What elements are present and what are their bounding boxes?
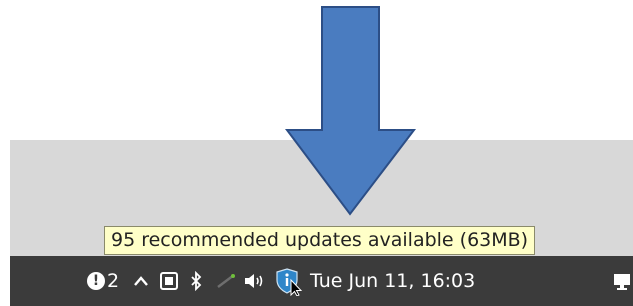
- notifications-indicator[interactable]: ! 2: [80, 256, 126, 306]
- taskbar: ! 2 Tue Jun 11, 16:03: [10, 256, 633, 306]
- bluetooth-icon[interactable]: [186, 256, 206, 306]
- clock-label: Tue Jun 11, 16:03: [310, 270, 476, 292]
- notification-count: 2: [106, 270, 120, 292]
- chevron-up-icon[interactable]: [130, 256, 152, 306]
- clock[interactable]: Tue Jun 11, 16:03: [310, 256, 586, 306]
- network-icon[interactable]: [214, 256, 238, 306]
- display-icon[interactable]: [610, 256, 633, 306]
- update-tooltip: 95 recommended updates available (63MB): [104, 226, 536, 255]
- screenshot-icon[interactable]: [158, 256, 180, 306]
- volume-icon[interactable]: [242, 256, 268, 306]
- tooltip-text: 95 recommended updates available (63MB): [111, 229, 529, 251]
- update-manager-icon[interactable]: [272, 256, 306, 306]
- alert-icon: !: [86, 272, 105, 290]
